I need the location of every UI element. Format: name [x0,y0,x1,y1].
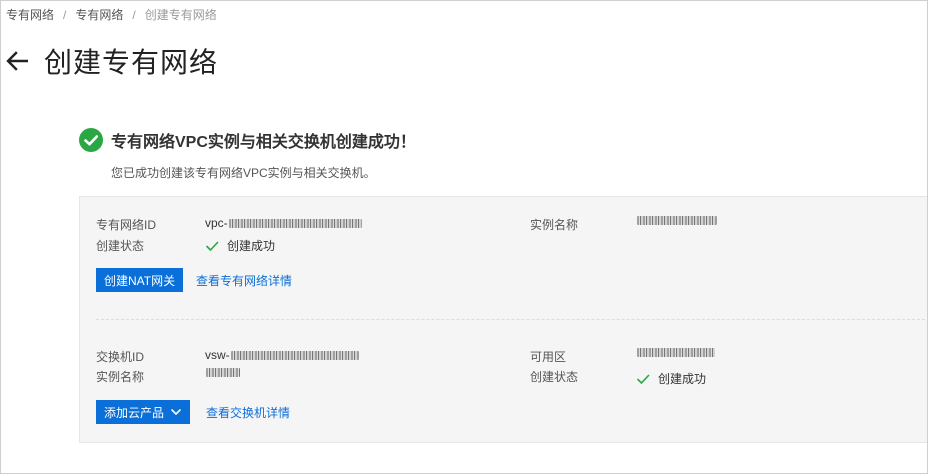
vswitch-status-text: 创建成功 [658,372,707,386]
vswitch-id-value: vsw- [205,348,359,362]
vpc-id-value: vpc- [205,216,362,230]
breadcrumb-separator: / [132,7,136,22]
breadcrumb-item-vpc-2[interactable]: 专有网络 [75,6,123,23]
masked-vswitch-name [206,368,240,377]
vswitch-status-label: 创建状态 [530,370,579,384]
add-cloud-product-label: 添加云产品 [104,405,165,420]
page-title: 创建专有网络 [44,47,219,78]
breadcrumb-current: 创建专有网络 [144,8,217,22]
vpc-status-label: 创建状态 [96,239,145,253]
vpc-name-value [636,216,717,225]
breadcrumb-separator: / [63,7,67,22]
vswitch-status-value: 创建成功 [636,370,706,387]
masked-vpc-id [228,218,362,228]
breadcrumb: 专有网络 / 专有网络 / 创建专有网络 [6,6,217,23]
success-check-circle-icon [79,128,103,152]
result-title: 专有网络VPC实例与相关交换机创建成功！ [111,134,416,151]
vpc-status-text: 创建成功 [227,239,276,253]
view-vswitch-detail-link[interactable]: 查看交换机详情 [206,404,290,421]
masked-vswitch-id [230,350,359,360]
result-header: 专有网络VPC实例与相关交换机创建成功！ [79,128,416,152]
vswitch-id-label: 交换机ID [96,350,145,364]
masked-vpc-name [637,216,717,225]
vswitch-name-label: 实例名称 [96,370,145,384]
vswitch-id-prefix: vsw- [205,348,230,362]
result-description: 您已成功创建该专有网络VPC实例与相关交换机。 [111,166,376,180]
breadcrumb-item-vpc-1[interactable]: 专有网络 [6,6,54,23]
zone-value [636,348,715,357]
add-cloud-product-button[interactable]: 添加云产品 [96,400,191,424]
vswitch-name-value [205,368,240,377]
vpc-id-prefix: vpc- [205,216,228,230]
page-header: 创建专有网络 [6,41,218,81]
result-detail-panel: 专有网络ID vpc- 实例名称 创建状态 创建成功 创建NAT网关 查看专有网… [79,196,927,443]
vpc-status-value: 创建成功 [205,237,275,254]
create-nat-gateway-button[interactable]: 创建NAT网关 [96,268,184,292]
arrow-left-icon[interactable] [6,50,28,72]
chevron-down-icon [171,409,181,415]
check-icon [206,241,219,251]
page-frame: 专有网络 / 专有网络 / 创建专有网络 创建专有网络 专有网络VPC实例与相关… [0,0,928,474]
vpc-name-label: 实例名称 [530,218,579,232]
check-icon [637,374,650,384]
view-vpc-detail-link[interactable]: 查看专有网络详情 [196,272,292,289]
vpc-id-label: 专有网络ID [96,218,157,232]
section-divider [96,319,927,320]
masked-zone [637,348,715,357]
zone-label: 可用区 [530,350,567,364]
